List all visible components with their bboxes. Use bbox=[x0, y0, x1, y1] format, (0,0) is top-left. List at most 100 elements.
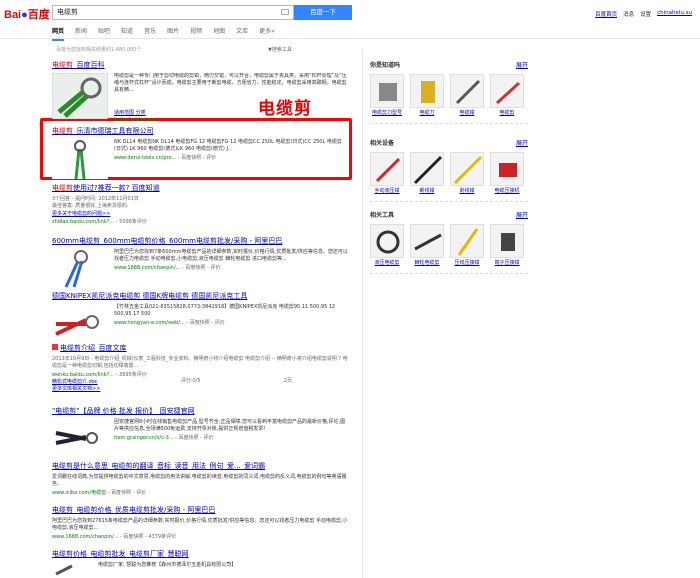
tool-image bbox=[370, 74, 404, 108]
section-title: 你是知道吗 bbox=[370, 62, 401, 69]
tool-image bbox=[410, 152, 444, 186]
result-title[interactable]: 电缆剪是什么意思_电缆剪的翻译_音标_读音_用法_例句_爱..._爱词霸 bbox=[52, 461, 348, 471]
related-item[interactable]: 电缆剪 bbox=[490, 74, 524, 117]
cable-cutter-icon bbox=[74, 140, 86, 179]
expand-link[interactable]: 展开 bbox=[516, 210, 528, 219]
settings-link[interactable]: 设置 bbox=[640, 10, 651, 18]
result-url[interactable]: item.grainger.cn/s/c-3... - 百度快照 - 评价 bbox=[114, 434, 348, 441]
result-url[interactable]: www.1688.com/chanpin/... - 百度快照 - 评价 bbox=[114, 264, 348, 271]
result-title[interactable]: 电缆剪_电缆剪价格_优质电缆剪批发/采购 - 阿里巴巴 bbox=[52, 505, 348, 515]
cable-cutter-icon bbox=[53, 74, 107, 118]
related-item[interactable]: 棘轮电缆剪 bbox=[410, 224, 444, 267]
result-thumbnail[interactable] bbox=[52, 419, 108, 455]
hydraulic-cutter-icon bbox=[376, 230, 400, 254]
result-item: 电缆剪_乐清市德瑞工具有限公司 NK DL14 电缆剪NK DL14 电缆剪FG… bbox=[52, 126, 348, 179]
doc-pages: 2页 bbox=[283, 378, 292, 384]
section-title: 相关工具 bbox=[370, 212, 395, 219]
result-title[interactable]: "电缆剪"【品牌 价格 批发 报价】_固安捷官网 bbox=[52, 406, 348, 416]
related-item[interactable]: 电缆刀 bbox=[410, 74, 444, 117]
result-title[interactable]: 电缆剪介绍_百度文库 bbox=[52, 343, 348, 353]
right-panel-section: 你是知道吗 展开 电缆剪刀型号 电缆刀 电缆钳 电缆剪 bbox=[370, 60, 528, 124]
result-snippet: NK DL14 电缆剪NK DL14 电缆剪FG 12 电缆剪FG 12 电缆剪… bbox=[114, 139, 342, 153]
crimping-machine-icon bbox=[499, 163, 517, 177]
wenku-icon bbox=[52, 344, 58, 350]
result-item: 600mm电缆剪_600mm电缆剪价格_600mm电缆剪批发/采购 - 阿里巴巴… bbox=[52, 236, 348, 289]
cutter-icon bbox=[495, 81, 521, 105]
result-answer: 最佳答案: 质量很好,上海卖货很的. bbox=[52, 203, 129, 209]
tool-image bbox=[490, 152, 524, 186]
result-url[interactable]: www.derui-tools.cn/pro... - 百度快照 - 评价 bbox=[114, 154, 348, 161]
crimper-icon bbox=[375, 157, 401, 183]
result-title[interactable]: 电缆剪_乐清市德瑞工具有限公司 bbox=[52, 126, 348, 136]
related-item[interactable]: 压线压接钳 bbox=[450, 224, 484, 267]
stripper-icon bbox=[453, 155, 483, 185]
result-url[interactable]: www.1688.com/chanpin/... - 百度快照 - 4379条评… bbox=[52, 533, 348, 540]
result-snippet: 2013年10月9日 - 电缆剪介绍_机械/仪表_工程科技_专业资料。精明奇小将… bbox=[52, 356, 348, 369]
tool-image bbox=[450, 224, 484, 258]
result-title[interactable]: 德国KNIPEX凯尼派克电缆剪 德国K牌电缆剪 德国凯尼派克工具 bbox=[52, 291, 348, 301]
tool-image bbox=[490, 74, 524, 108]
result-title[interactable]: 600mm电缆剪_600mm电缆剪价格_600mm电缆剪批发/采购 - 阿里巴巴 bbox=[52, 236, 348, 246]
result-item: 德国KNIPEX凯尼派克电缆剪 德国K牌电缆剪 德国凯尼派克工具 【竹林五金工具… bbox=[52, 291, 348, 340]
tool-image bbox=[490, 224, 524, 258]
result-more-link[interactable]: 更多关于电缆剪的问题>> bbox=[52, 210, 348, 217]
result-item: 电缆剪价格_电缆剪批发_电缆剪厂家_慧聪网 电缆剪厂家: 慧聪为您推荐【森州市德… bbox=[52, 549, 348, 576]
expand-link[interactable]: 展开 bbox=[516, 138, 528, 147]
result-snippet: 电缆剪是一种专门用于剪切电缆的剪钳，两刃交错，可以开合，电缆剪属于夹具类，采用“… bbox=[114, 73, 347, 94]
section-divider bbox=[370, 122, 528, 124]
wenku-doc-row: 精松式电缆剪介.doc 评分:0/5 2页 bbox=[52, 378, 292, 385]
bolt-cutter-icon bbox=[413, 155, 443, 185]
result-snippet: 阿里巴巴为您找到27615条电缆剪产品的详细参数,实时报价,价格行情,优质批发/… bbox=[52, 518, 348, 532]
tool-image bbox=[450, 152, 484, 186]
tab-divider bbox=[0, 38, 700, 39]
result-item: 电缆剪是什么意思_电缆剪的翻译_音标_读音_用法_例句_爱..._爱词霸 爱词霸… bbox=[52, 461, 348, 496]
result-thumbnail[interactable] bbox=[52, 249, 108, 289]
terminal-crimper-icon bbox=[501, 233, 515, 251]
result-url[interactable]: baike.baidu.com/ bbox=[114, 117, 348, 123]
home-link[interactable]: 百度首页 bbox=[595, 10, 617, 18]
ratchet-cutter-icon bbox=[414, 233, 442, 251]
result-title[interactable]: 电缆剪价格_电缆剪批发_电缆剪厂家_慧聪网 bbox=[52, 549, 348, 559]
cable-cutter-icon bbox=[55, 431, 98, 445]
result-snippet: 电缆剪厂家: 慧聪为您推荐【森州市德泽尔五金机具有限公司】 bbox=[98, 562, 237, 568]
result-count: 百度为您找到相关结果约1,480,000个 bbox=[56, 47, 142, 53]
search-input[interactable]: 电缆剪 bbox=[52, 5, 294, 20]
search-button[interactable]: 百度一下 bbox=[294, 5, 352, 20]
related-item[interactable]: 剥线钳 bbox=[450, 152, 484, 195]
related-item[interactable]: 电缆压接机 bbox=[490, 152, 524, 195]
result-sublinks[interactable]: 适用范围 分类 bbox=[114, 109, 348, 116]
doc-link[interactable]: 精松式电缆剪介.doc bbox=[52, 378, 98, 385]
result-thumbnail[interactable] bbox=[52, 73, 108, 119]
related-item[interactable]: 液压电缆剪 bbox=[370, 224, 404, 267]
related-item[interactable]: 电缆剪刀型号 bbox=[370, 74, 404, 117]
column-divider bbox=[362, 50, 363, 578]
baidu-logo[interactable]: Bai●百度 bbox=[4, 6, 50, 22]
result-thumbnail[interactable] bbox=[52, 304, 108, 340]
result-url[interactable]: www.hongyan-e.com/web/... - 百度快照 - 评价 bbox=[114, 319, 348, 326]
related-item[interactable]: 电缆钳 bbox=[450, 74, 484, 117]
result-url[interactable]: zhidao.baidu.com/link?... - 5096条评价 bbox=[52, 218, 348, 225]
result-url[interactable]: www.iciba.com/电缆剪 - 百度快照 - 评价 bbox=[52, 489, 348, 496]
tool-image bbox=[410, 224, 444, 258]
result-url[interactable]: wenku.baidu.com/link?... - 3695条评价 bbox=[52, 371, 348, 378]
search-tools-link[interactable]: ▼搜索工具 bbox=[268, 46, 292, 53]
messages-link[interactable]: 消息 bbox=[623, 10, 634, 18]
camera-icon[interactable] bbox=[281, 9, 289, 15]
wenku-more-link[interactable]: 更多文库相关文档>> bbox=[52, 385, 348, 392]
result-snippet: 固安捷官网8小时在线销售电缆剪产品,型号齐全,正品保障,您可以看到丰富电缆剪产品… bbox=[114, 419, 346, 433]
paw-icon: ● bbox=[21, 9, 28, 21]
result-title[interactable]: 电缆剪_百度百科 bbox=[52, 60, 348, 70]
cable-cutter-icon bbox=[64, 250, 88, 288]
result-thumbnail[interactable] bbox=[52, 562, 92, 576]
expand-link[interactable]: 展开 bbox=[516, 60, 528, 69]
related-item[interactable]: 端子压接钳 bbox=[490, 224, 524, 267]
section-title: 相关设备 bbox=[370, 140, 395, 147]
result-meta: 3个回答 - 提问时间: 2012年11月01日 bbox=[52, 196, 139, 202]
result-snippet: 阿里巴巴为您找到7条600mm电缆剪产品的详细参数,实时报价,价格行情,优质批发… bbox=[114, 249, 348, 263]
related-item[interactable]: 断线钳 bbox=[410, 152, 444, 195]
result-title[interactable]: 电缆剪使用过?推荐一款? 百度知道 bbox=[52, 183, 348, 193]
user-link[interactable]: chinahelu.su bbox=[657, 10, 692, 18]
doc-rating: 评分:0/5 bbox=[180, 378, 201, 384]
result-thumbnail[interactable] bbox=[52, 139, 108, 179]
related-item[interactable]: 手动液压钳 bbox=[370, 152, 404, 195]
